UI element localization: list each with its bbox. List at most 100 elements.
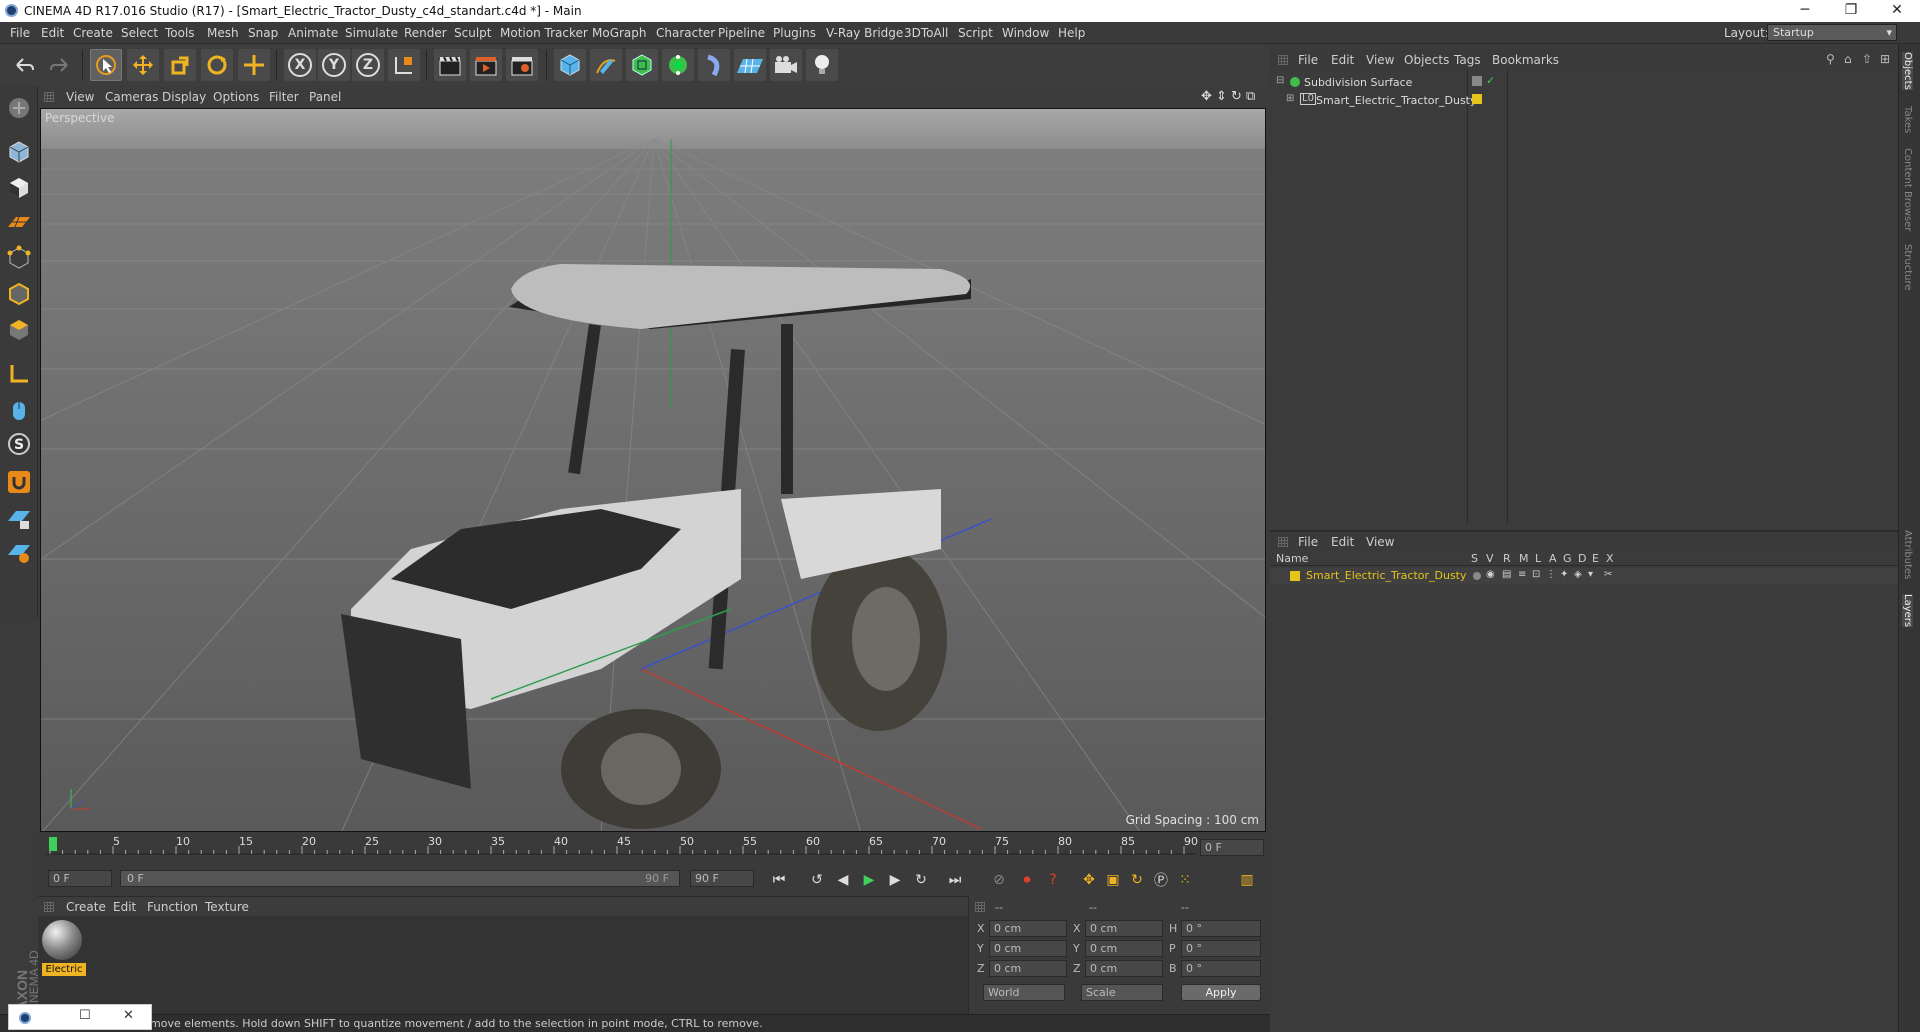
layer-row[interactable]: Smart_Electric_Tractor_Dusty ◉ ▤ ≡ ⊡ ⋮ ✦… [1270, 568, 1898, 584]
menu-render[interactable]: Render [404, 26, 447, 40]
om-menu-bookmarks[interactable]: Bookmarks [1492, 53, 1559, 67]
make-editable-button[interactable] [3, 92, 35, 124]
material-swatch[interactable]: Electric [42, 920, 86, 976]
pos-y-field[interactable]: 0 cm [989, 940, 1067, 957]
previous-key-button[interactable]: ↺ [806, 869, 828, 891]
scale-tool-button[interactable] [164, 49, 196, 81]
menu-script[interactable]: Script [958, 26, 993, 40]
material-menu-edit[interactable]: Edit [113, 900, 136, 914]
light-button[interactable] [806, 49, 838, 81]
menu-select[interactable]: Select [121, 26, 158, 40]
om-menu-view[interactable]: View [1366, 53, 1394, 67]
rot-h-field[interactable]: 0 ° [1181, 920, 1261, 937]
cinema4d-taskbar-icon[interactable] [19, 1012, 31, 1024]
coordinate-space-dropdown[interactable]: World [983, 984, 1065, 1001]
cube-object-button[interactable] [554, 49, 586, 81]
live-selection-button[interactable] [238, 49, 270, 81]
redo-button[interactable] [44, 49, 76, 81]
tab-objects[interactable]: Objects [1902, 52, 1913, 90]
menu-file[interactable]: File [10, 26, 30, 40]
tab-takes[interactable]: Takes [1902, 106, 1913, 133]
magnet-button[interactable] [3, 466, 35, 498]
tab-structure[interactable]: Structure [1902, 244, 1913, 291]
viewport-menu-options[interactable]: Options [213, 90, 259, 104]
restore-icon[interactable]: ☐ [79, 1008, 91, 1023]
size-y-field[interactable]: 0 cm [1085, 940, 1163, 957]
new-view-icon[interactable]: ⊞ [1880, 52, 1890, 66]
tab-content-browser[interactable]: Content Browser [1902, 148, 1913, 231]
timeline-window-button[interactable]: ▥ [1236, 869, 1258, 891]
subdivision-surface-button[interactable] [626, 49, 658, 81]
om-menu-file[interactable]: File [1298, 53, 1318, 67]
rotate-tool-button[interactable] [201, 49, 233, 81]
menu-plugins[interactable]: Plugins [773, 26, 816, 40]
key-pla-button[interactable]: ⁙ [1174, 869, 1196, 891]
cloner-button[interactable] [662, 49, 694, 81]
playhead-marker[interactable] [49, 837, 57, 851]
key-scale-button[interactable]: ▣ [1102, 869, 1124, 891]
z-axis-lock-button[interactable]: Z [352, 49, 384, 81]
x-axis-lock-button[interactable]: X [284, 49, 316, 81]
tab-layers[interactable]: Layers [1902, 594, 1913, 628]
start-frame-field[interactable]: 0 F [48, 870, 112, 887]
search-icon[interactable]: ⚲ [1826, 52, 1835, 66]
key-rotation-button[interactable]: ↻ [1126, 869, 1148, 891]
workplane-mode-button[interactable] [3, 206, 35, 238]
deformer-button[interactable] [698, 49, 730, 81]
material-menu-function[interactable]: Function [147, 900, 198, 914]
autokey-button[interactable]: ⊘ [988, 869, 1010, 891]
frame-range-slider[interactable]: 0 F 90 F [120, 870, 680, 887]
snap-button[interactable]: S [3, 428, 35, 460]
record-button[interactable]: ⏺ [1016, 869, 1038, 891]
go-to-end-button[interactable]: ⏭ [944, 869, 966, 891]
menu-create[interactable]: Create [73, 26, 113, 40]
menu-sculpt[interactable]: Sculpt [454, 26, 491, 40]
om-menu-edit[interactable]: Edit [1331, 53, 1354, 67]
om-menu-tags[interactable]: Tags [1454, 53, 1481, 67]
y-axis-lock-button[interactable]: Y [318, 49, 350, 81]
polygons-mode-button[interactable] [3, 314, 35, 346]
solo-toggle-icon[interactable] [1473, 572, 1481, 580]
menu-pipeline[interactable]: Pipeline [718, 26, 765, 40]
menu-3dtoall[interactable]: 3DToAll [904, 26, 948, 40]
expression-icon[interactable]: ▾ [1588, 569, 1593, 580]
viewport-zoom-icon[interactable]: ⇕ [1216, 89, 1227, 104]
lm-menu-file[interactable]: File [1298, 535, 1318, 549]
viewport-maximize-icon[interactable]: ⧉ [1246, 89, 1255, 104]
render-settings-button[interactable] [506, 49, 538, 81]
enabled-check-icon[interactable]: ✓ [1486, 74, 1495, 87]
lm-menu-edit[interactable]: Edit [1331, 535, 1354, 549]
edges-mode-button[interactable] [3, 278, 35, 310]
viewport-menu-cameras[interactable]: Cameras [105, 90, 158, 104]
viewport-menu-view[interactable]: View [66, 90, 94, 104]
render-to-picture-viewer-button[interactable] [470, 49, 502, 81]
material-menu-create[interactable]: Create [66, 900, 106, 914]
menu-mograph[interactable]: MoGraph [592, 26, 647, 40]
render-view-button[interactable] [434, 49, 466, 81]
menu-tools[interactable]: Tools [165, 26, 195, 40]
menu-mesh[interactable]: Mesh [207, 26, 239, 40]
rot-p-field[interactable]: 0 ° [1181, 940, 1261, 957]
next-frame-button[interactable]: ▶ [884, 869, 906, 891]
xref-icon[interactable]: ✂ [1604, 569, 1612, 580]
viewport-move-icon[interactable]: ✥ [1201, 89, 1212, 104]
coordinate-system-button[interactable] [388, 49, 420, 81]
pos-x-field[interactable]: 0 cm [989, 920, 1067, 937]
current-frame-field[interactable]: 0 F [1200, 839, 1264, 856]
pos-z-field[interactable]: 0 cm [989, 960, 1067, 977]
eye-icon[interactable]: ◉ [1486, 569, 1495, 580]
expand-icon[interactable]: ⊞ [1286, 93, 1294, 104]
viewport-menu-display[interactable]: Display [162, 90, 206, 104]
menu-simulate[interactable]: Simulate [345, 26, 398, 40]
points-mode-button[interactable] [3, 242, 35, 274]
key-parameter-button[interactable]: Ⓟ [1150, 869, 1172, 891]
close-icon[interactable]: ✕ [123, 1008, 134, 1023]
tab-attributes[interactable]: Attributes [1902, 530, 1913, 579]
go-to-start-button[interactable]: ⏮ [768, 869, 790, 891]
maximize-button[interactable]: ❐ [1828, 0, 1874, 22]
size-z-field[interactable]: 0 cm [1085, 960, 1163, 977]
keyframe-help-button[interactable]: ? [1042, 869, 1064, 891]
generator-icon[interactable]: ✦ [1560, 569, 1568, 580]
undo-button[interactable] [8, 49, 40, 81]
layout-dropdown[interactable]: Startup ▾ [1767, 24, 1897, 41]
